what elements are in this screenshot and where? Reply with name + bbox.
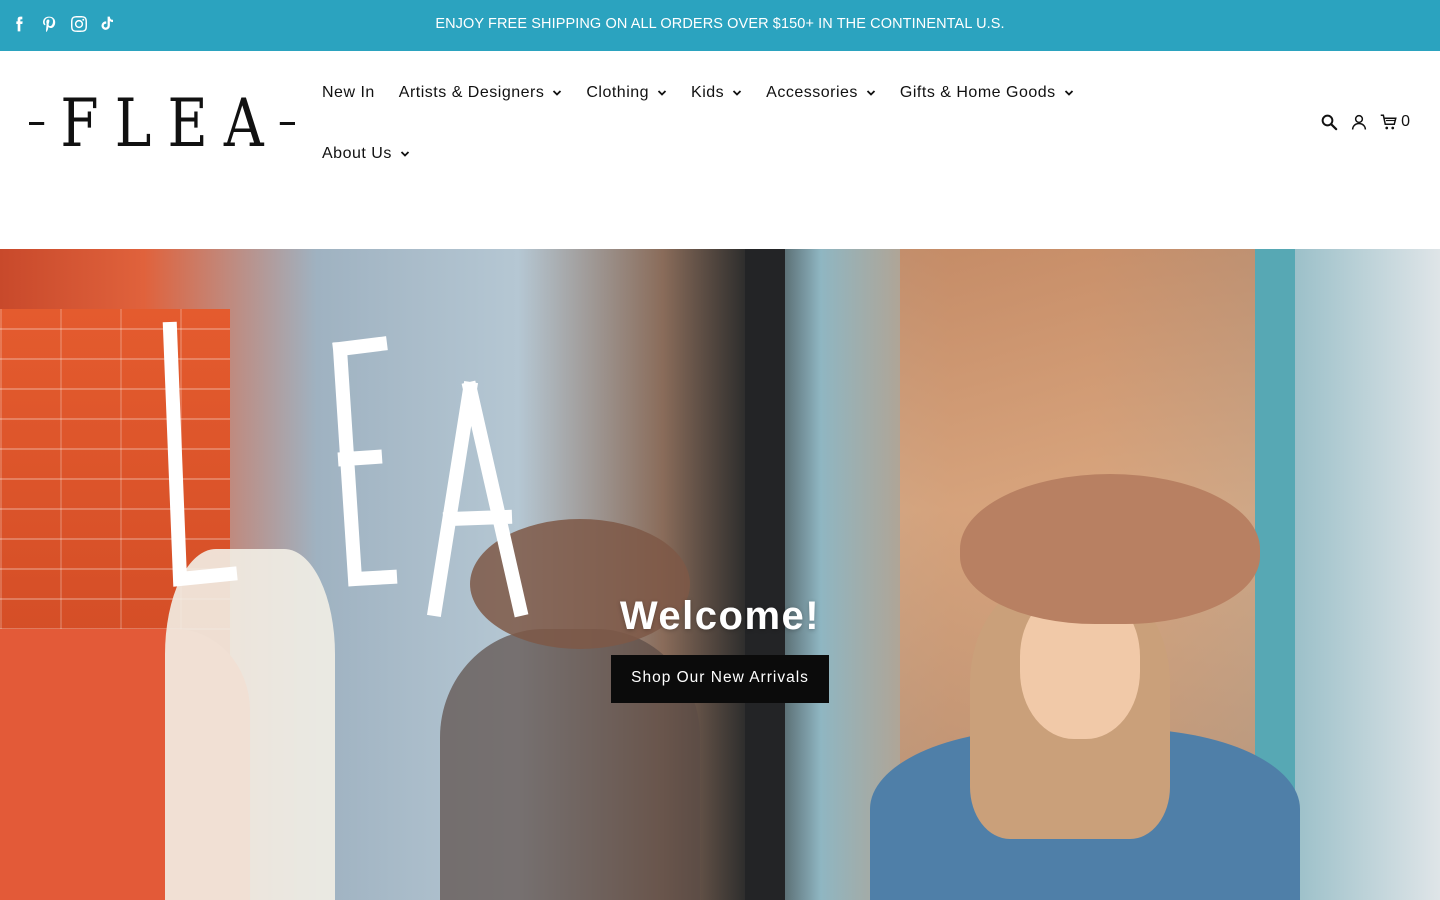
search-icon[interactable] bbox=[1320, 113, 1338, 131]
nav-item-about-us[interactable]: About Us bbox=[322, 145, 410, 163]
nav-item-new-in[interactable]: New In bbox=[322, 84, 375, 102]
header-icons: 0 bbox=[1320, 113, 1410, 131]
logo-letter: L bbox=[114, 83, 152, 163]
nav-item-accessories[interactable]: Accessories bbox=[766, 84, 876, 102]
nav-row: About Us bbox=[322, 134, 1122, 174]
nav-label: Accessories bbox=[766, 84, 858, 101]
shop-new-arrivals-button[interactable]: Shop Our New Arrivals bbox=[611, 655, 829, 703]
chevron-down-icon bbox=[1064, 88, 1074, 98]
announcement-bar: ENJOY FREE SHIPPING ON ALL ORDERS OVER $… bbox=[0, 0, 1440, 51]
logo-dash bbox=[29, 121, 45, 125]
nav-item-artists-designers[interactable]: Artists & Designers bbox=[399, 84, 563, 102]
window-lettering-graphic bbox=[19, 321, 561, 702]
nav-label: About Us bbox=[322, 145, 392, 162]
main-nav: New In Artists & Designers Clothing Kids… bbox=[322, 73, 1122, 195]
chevron-down-icon bbox=[732, 88, 742, 98]
nav-label: New In bbox=[322, 84, 375, 101]
logo-letter: F bbox=[60, 83, 99, 163]
cart-icon[interactable] bbox=[1380, 113, 1398, 131]
nav-item-clothing[interactable]: Clothing bbox=[586, 84, 667, 102]
nav-label: Artists & Designers bbox=[398, 84, 545, 101]
nav-label: Kids bbox=[691, 84, 725, 101]
hero-title: Welcome! bbox=[619, 594, 821, 638]
nav-item-kids[interactable]: Kids bbox=[691, 84, 742, 102]
flea-logo[interactable]: F L E A bbox=[29, 90, 295, 156]
logo-letter: E bbox=[167, 83, 208, 163]
cart-count[interactable]: 0 bbox=[1401, 113, 1410, 131]
nav-row: New In Artists & Designers Clothing Kids… bbox=[322, 73, 1122, 113]
nav-label: Clothing bbox=[586, 84, 650, 101]
nav-item-gifts-home-goods[interactable]: Gifts & Home Goods bbox=[900, 84, 1074, 102]
hero-banner: Welcome! Shop Our New Arrivals bbox=[0, 249, 1440, 900]
chevron-down-icon bbox=[552, 88, 562, 98]
logo-letter: A bbox=[223, 83, 264, 163]
logo-dash bbox=[279, 121, 295, 125]
chevron-down-icon bbox=[400, 149, 410, 159]
hero-photo-frame bbox=[745, 249, 785, 900]
chevron-down-icon bbox=[866, 88, 876, 98]
chevron-down-icon bbox=[657, 88, 667, 98]
window-lettering bbox=[19, 289, 600, 702]
hero-content: Welcome! Shop Our New Arrivals bbox=[0, 594, 1440, 703]
nav-label: Gifts & Home Goods bbox=[899, 84, 1056, 101]
announcement-text[interactable]: ENJOY FREE SHIPPING ON ALL ORDERS OVER $… bbox=[0, 16, 1440, 32]
account-icon[interactable] bbox=[1350, 113, 1368, 131]
site-header: F L E A New In Artists & Designers Cloth… bbox=[0, 51, 1440, 249]
